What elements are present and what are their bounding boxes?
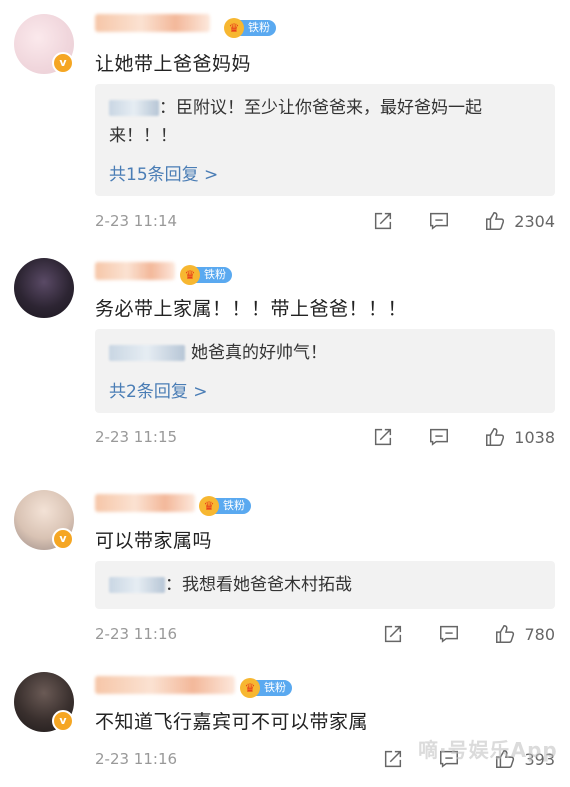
crown-icon: ♛ (180, 265, 200, 285)
comment-text: 可以带家属吗 (95, 530, 213, 552)
reply-count-link[interactable]: 共15条回复 > (109, 160, 218, 185)
verified-badge-icon: v (52, 528, 74, 550)
comment-icon[interactable] (428, 426, 450, 448)
timestamp: 2-23 11:16 (95, 625, 178, 643)
avatar[interactable]: v (14, 490, 74, 550)
share-icon[interactable] (382, 623, 404, 645)
reply-box[interactable]: ：我想看她爸爸木村拓哉 (95, 561, 555, 609)
avatar[interactable]: v (14, 14, 74, 74)
comment-text: 务必带上家属！！！带上爸爸！！！ (95, 298, 408, 320)
fan-badge: ♛ 铁粉 (199, 496, 251, 516)
watermark: 嘀·号娱乐App (418, 738, 558, 762)
comment-meta: 2-23 11:14 2304 (95, 209, 555, 233)
comment-meta: 2-23 11:16 780 (95, 622, 555, 646)
share-icon[interactable] (372, 426, 394, 448)
reply-box[interactable]: 她爸真的好帅气！ 共2条回复 > (95, 329, 555, 413)
reply-preview: ：我想看她爸爸木村拓哉 (109, 571, 352, 599)
reply-count-link[interactable]: 共2条回复 > (109, 377, 207, 402)
like-icon[interactable] (494, 623, 516, 645)
verified-badge-icon: v (52, 710, 74, 732)
timestamp: 2-23 11:16 (95, 750, 178, 768)
comment-icon[interactable] (428, 210, 450, 232)
comment-text: 不知道飞行嘉宾可不可以带家属 (95, 711, 369, 733)
username[interactable] (95, 262, 175, 280)
reply-box[interactable]: ：臣附议！至少让你爸爸来，最好爸妈一起 来！！！ 共15条回复 > (95, 84, 555, 196)
comment-text: 让她带上爸爸妈妈 (95, 53, 252, 75)
username[interactable] (95, 676, 235, 694)
timestamp: 2-23 11:14 (95, 212, 178, 230)
fan-badge: ♛ 铁粉 (240, 678, 292, 698)
comment-meta: 2-23 11:15 1038 (95, 425, 555, 449)
fan-badge: ♛ 铁粉 (224, 18, 276, 38)
like-count: 2304 (514, 211, 555, 231)
comment-icon[interactable] (438, 623, 460, 645)
username[interactable] (95, 494, 195, 512)
reply-preview-cont: 来！！！ (109, 126, 177, 146)
crown-icon: ♛ (240, 678, 260, 698)
avatar[interactable] (14, 258, 74, 318)
username[interactable] (95, 14, 210, 32)
share-icon[interactable] (382, 748, 404, 770)
like-icon[interactable] (484, 426, 506, 448)
like-count: 1038 (514, 427, 555, 447)
verified-badge-icon: v (52, 52, 74, 74)
reply-preview: ：臣附议！至少让你爸爸来，最好爸妈一起 (109, 94, 482, 122)
like-count: 780 (524, 624, 555, 644)
like-icon[interactable] (484, 210, 506, 232)
crown-icon: ♛ (199, 496, 219, 516)
avatar[interactable]: v (14, 672, 74, 732)
share-icon[interactable] (372, 210, 394, 232)
timestamp: 2-23 11:15 (95, 428, 178, 446)
fan-badge: ♛ 铁粉 (180, 265, 232, 285)
crown-icon: ♛ (224, 18, 244, 38)
reply-preview: 她爸真的好帅气！ (109, 339, 327, 367)
